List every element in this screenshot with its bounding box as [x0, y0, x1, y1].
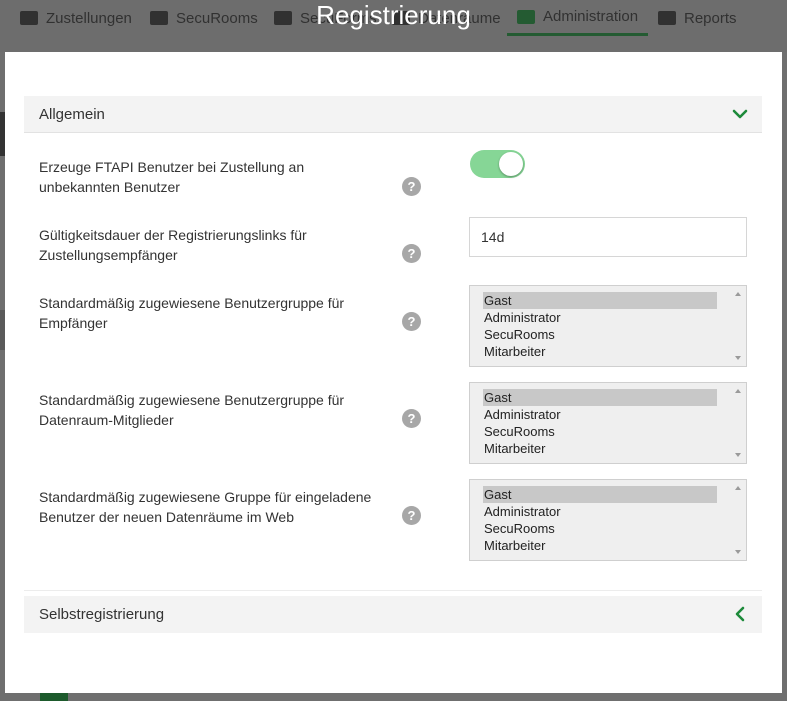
section-header-general[interactable]: Allgemein [24, 96, 762, 133]
recipient-group-select[interactable]: Gast Administrator SecuRooms Mitarbeiter [469, 285, 747, 367]
section-title: Selbstregistrierung [39, 606, 165, 623]
invited-web-group-label: Standardmäßig zugewiesene Gruppe für ein… [39, 489, 372, 525]
list-option[interactable]: SecuRooms [483, 326, 717, 343]
chevron-left-icon [735, 606, 745, 622]
scroll-up-arrow-icon[interactable] [735, 486, 741, 490]
list-option[interactable]: Mitarbeiter [483, 537, 717, 554]
invited-web-group-select[interactable]: Gast Administrator SecuRooms Mitarbeiter [469, 479, 747, 561]
list-option[interactable]: Gast [483, 389, 717, 406]
help-icon[interactable]: ? [402, 506, 421, 525]
create-ftapi-user-label: Erzeuge FTAPI Benutzer bei Zustellung an… [39, 159, 305, 195]
recipient-group-label: Standardmäßig zugewiesene Benutzergruppe… [39, 295, 345, 331]
link-validity-label: Gültigkeitsdauer der Registrierungslinks… [39, 227, 307, 263]
create-ftapi-user-toggle[interactable] [470, 150, 525, 178]
help-icon[interactable]: ? [402, 244, 421, 263]
list-option[interactable]: Administrator [483, 309, 717, 326]
scroll-down-arrow-icon[interactable] [735, 356, 741, 360]
help-icon[interactable]: ? [402, 409, 421, 428]
scroll-up-arrow-icon[interactable] [735, 389, 741, 393]
section-title: Allgemein [39, 105, 105, 123]
help-icon[interactable]: ? [402, 312, 421, 331]
registration-modal: Allgemein Erzeuge FTAPI Benutzer bei Zus… [5, 52, 782, 693]
modal-title: Registrierung [316, 0, 471, 30]
list-option[interactable]: Gast [483, 292, 717, 309]
link-validity-input[interactable] [469, 217, 747, 257]
dataroom-member-group-label: Standardmäßig zugewiesene Benutzergruppe… [39, 392, 345, 428]
help-icon[interactable]: ? [402, 177, 421, 196]
list-option[interactable]: Gast [483, 486, 717, 503]
scroll-down-arrow-icon[interactable] [735, 550, 741, 554]
toggle-knob [499, 152, 523, 176]
list-option[interactable]: Administrator [483, 406, 717, 423]
list-option[interactable]: SecuRooms [483, 423, 717, 440]
background-edge [40, 693, 68, 701]
section-divider [24, 590, 762, 591]
list-option[interactable]: Mitarbeiter [483, 343, 717, 360]
chevron-down-icon [732, 109, 748, 119]
list-option[interactable]: Administrator [483, 503, 717, 520]
list-option[interactable]: SecuRooms [483, 520, 717, 537]
dataroom-member-group-select[interactable]: Gast Administrator SecuRooms Mitarbeiter [469, 382, 747, 464]
section-header-self-registration[interactable]: Selbstregistrierung [24, 596, 762, 633]
scroll-down-arrow-icon[interactable] [735, 453, 741, 457]
scroll-up-arrow-icon[interactable] [735, 292, 741, 296]
list-option[interactable]: Mitarbeiter [483, 440, 717, 457]
